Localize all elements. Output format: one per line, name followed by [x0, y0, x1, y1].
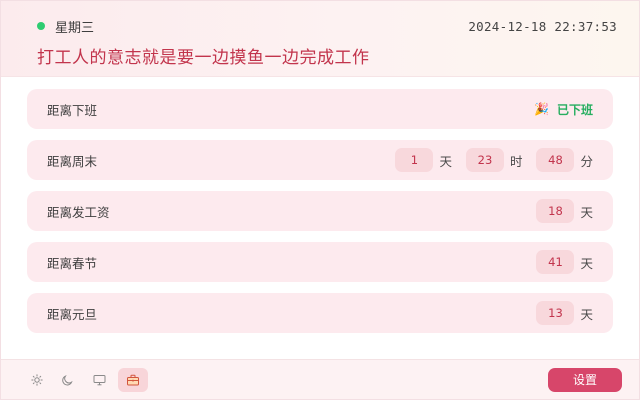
- hours-number: 23: [465, 148, 504, 172]
- countdown-row-weekend: 距离周末 1 天 23 时 48 分: [27, 140, 613, 180]
- party-popper-icon: 🎉: [534, 102, 549, 116]
- day-indicator: 星期三: [37, 17, 94, 36]
- footer: 设置: [1, 359, 639, 399]
- slogan: 打工人的意志就是要一边摸鱼一边完成工作: [37, 48, 370, 68]
- countdown-list: 距离下班 🎉 已下班 距离周末 1 天 23 时 48 分 距离发工资 18 天: [1, 77, 639, 333]
- countdown-row-new-year: 距离元旦 13 天: [27, 293, 613, 333]
- work-theme-button[interactable]: [118, 367, 148, 392]
- current-datetime: 2024-12-18 22:37:53: [468, 18, 617, 34]
- online-status-dot: [37, 22, 45, 30]
- briefcase-icon: [127, 374, 139, 385]
- countdown-label: 距离周末: [47, 153, 98, 169]
- minutes-unit: 分: [580, 153, 593, 169]
- countdown-label: 距离元旦: [47, 306, 98, 322]
- days-number: 1: [395, 148, 434, 172]
- monitor-icon: [93, 374, 105, 385]
- days-unit: 天: [580, 204, 593, 220]
- header-top: 星期三 2024-12-18 22:37:53: [37, 15, 617, 37]
- header: 星期三 2024-12-18 22:37:53 打工人的意志就是要一边摸鱼一边完…: [1, 1, 639, 77]
- dark-theme-button[interactable]: [56, 368, 80, 392]
- countdown-value: 41 天: [536, 250, 593, 274]
- offwork-status: 🎉 已下班: [534, 101, 593, 118]
- countdown-app: 星期三 2024-12-18 22:37:53 打工人的意志就是要一边摸鱼一边完…: [0, 0, 640, 400]
- theme-switcher: [25, 367, 148, 392]
- days-unit: 天: [580, 255, 593, 271]
- sun-icon: [31, 373, 43, 386]
- light-theme-button[interactable]: [25, 368, 49, 392]
- days-number: 18: [536, 199, 575, 223]
- countdown-value: 1 天 23 时 48 分: [395, 148, 593, 172]
- countdown-row-spring-festival: 距离春节 41 天: [27, 242, 613, 282]
- moon-icon: [62, 374, 73, 385]
- days-number: 13: [536, 301, 575, 325]
- days-unit: 天: [580, 306, 593, 322]
- days-unit: 天: [439, 153, 452, 169]
- countdown-row-offwork: 距离下班 🎉 已下班: [27, 89, 613, 129]
- offwork-status-text: 已下班: [556, 102, 593, 117]
- countdown-value: 13 天: [536, 301, 593, 325]
- days-number: 41: [536, 250, 575, 274]
- countdown-label: 距离春节: [47, 255, 98, 271]
- weekday-label: 星期三: [55, 20, 95, 36]
- countdown-label: 距离下班: [47, 102, 98, 118]
- minutes-number: 48: [536, 148, 575, 172]
- system-theme-button[interactable]: [87, 368, 111, 392]
- countdown-value: 18 天: [536, 199, 593, 223]
- hours-unit: 时: [509, 153, 523, 169]
- settings-button[interactable]: 设置: [548, 367, 622, 392]
- countdown-label: 距离发工资: [47, 204, 110, 220]
- countdown-row-payday: 距离发工资 18 天: [27, 191, 613, 231]
